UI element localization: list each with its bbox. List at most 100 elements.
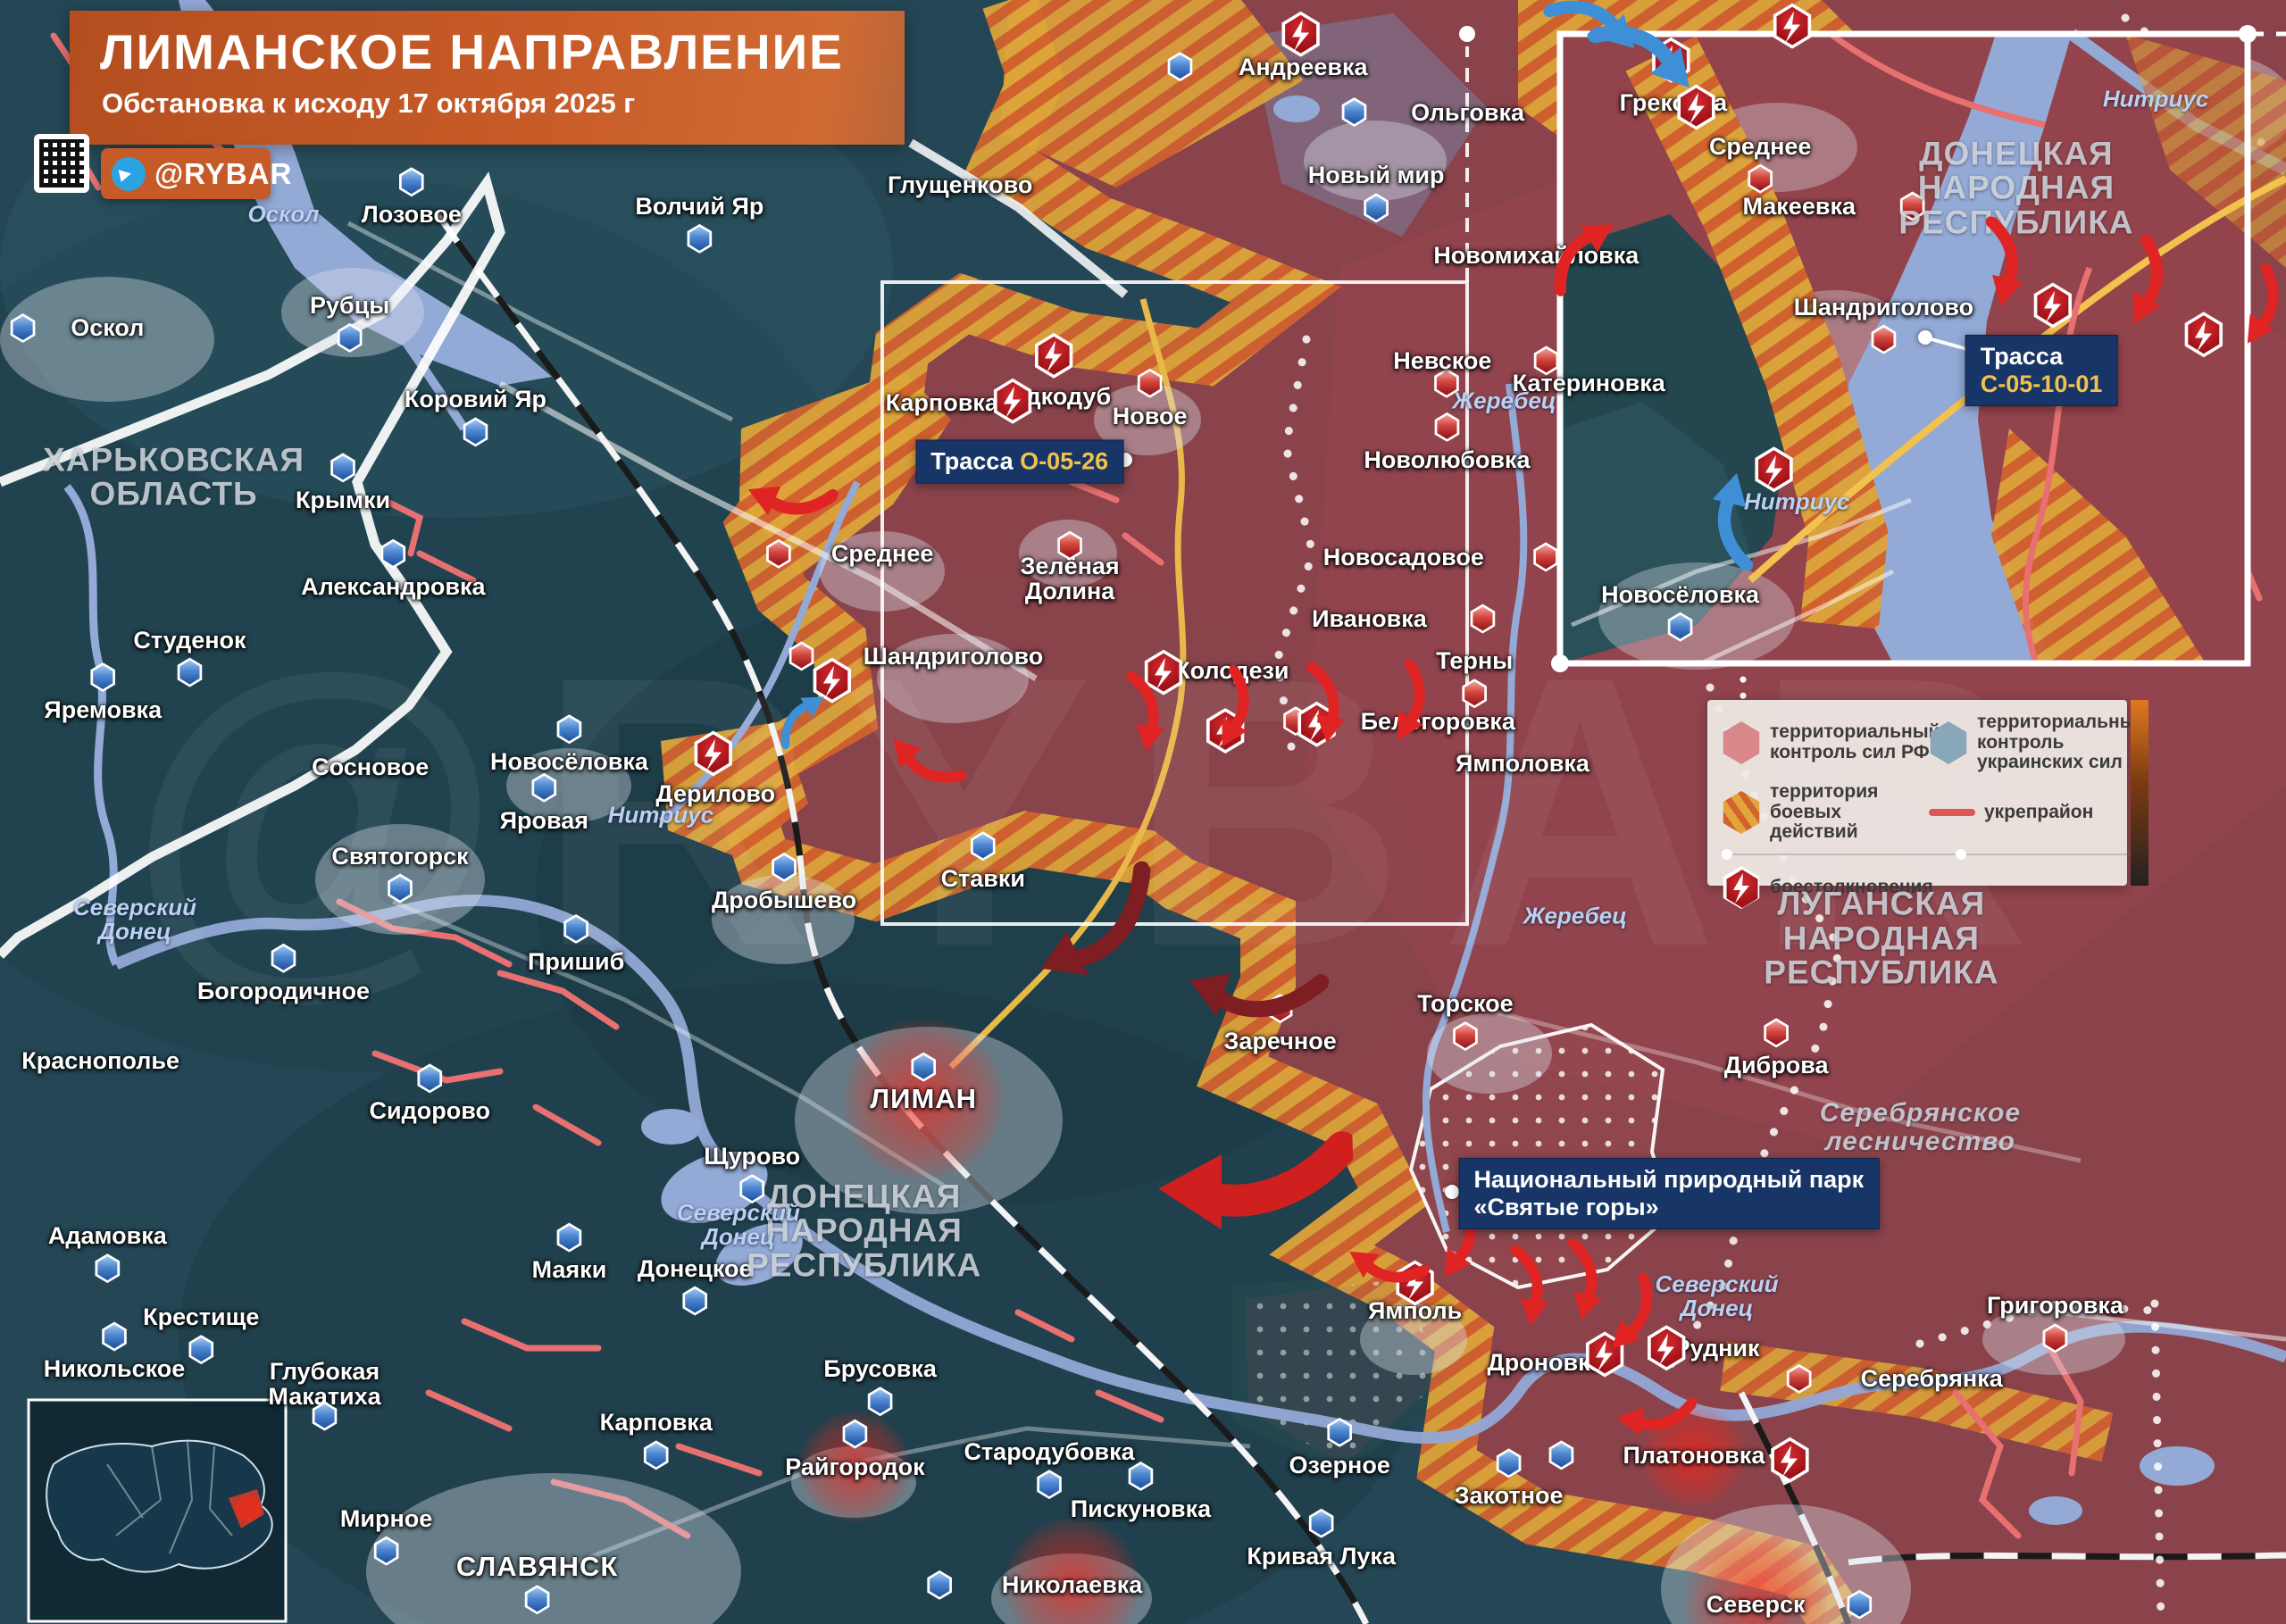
city-label-новолюбовка: Новолюбовка xyxy=(1364,447,1530,472)
city-label-рудник: Рудник xyxy=(1674,1336,1760,1361)
telegram-icon xyxy=(112,157,146,191)
ukraine-minimap xyxy=(29,1400,286,1621)
city-label-яровая: Яровая xyxy=(500,808,588,833)
city-label-новое: Новое xyxy=(1113,404,1188,429)
city-label-святогорск: Святогорск xyxy=(331,844,468,869)
river-label: Северский Донец xyxy=(73,895,196,944)
city-label-крымки: Крымки xyxy=(296,487,390,512)
legend-side-bar xyxy=(2131,700,2148,886)
advance-arrow-red xyxy=(1105,670,1171,756)
city-label-кривая лука: Кривая Лука xyxy=(1247,1544,1396,1569)
city-label-новосадовое: Новосадовое xyxy=(1323,545,1484,570)
callout-road1: Трасса О-05-26 xyxy=(915,439,1123,483)
region-label: ЛУГАНСКАЯ НАРОДНАЯ РЕСПУБЛИКА xyxy=(1764,887,1998,990)
city-label-мирное: Мирное xyxy=(340,1506,432,1531)
city-label-торское: Торское xyxy=(1417,991,1513,1016)
city-label-пришиб: Пришиб xyxy=(528,949,624,974)
city-label-лиман: ЛИМАН xyxy=(870,1085,977,1113)
city-label-лозовое: Лозовое xyxy=(362,202,462,227)
city-label-шандриголово: Шандриголово xyxy=(1794,295,1973,320)
ua-control-swatch xyxy=(1929,721,1968,764)
city-label-маяки: Маяки xyxy=(532,1257,607,1282)
legend-item-combat-zone: территория боевых действий xyxy=(1722,782,1929,843)
city-label-коровий яр: Коровий Яр xyxy=(405,387,546,412)
city-label-северск: Северск xyxy=(1706,1592,1806,1617)
city-label-невское: Невское xyxy=(1393,348,1491,373)
combat-zone-swatch xyxy=(1722,791,1761,834)
city-label-оскол: Оскол xyxy=(71,315,144,340)
city-label-зелёная-долина: Зелёная Долина xyxy=(1020,553,1119,603)
city-label-григоровка: Григоровка xyxy=(1987,1293,2123,1318)
city-label-платоновка: Платоновка xyxy=(1623,1443,1765,1468)
city-label-крестище: Крестище xyxy=(143,1304,259,1329)
city-label-шандриголово: Шандриголово xyxy=(864,644,1043,669)
advance-arrow-red xyxy=(1612,1378,1698,1443)
city-label-среднее: Среднее xyxy=(1709,134,1812,159)
qr-pattern xyxy=(39,139,84,187)
city-label-славянск: СЛАВЯНСК xyxy=(456,1553,618,1581)
qr-code[interactable] xyxy=(34,134,89,193)
river-label: Нитриус xyxy=(2103,87,2208,111)
city-label-краснополье: Краснополье xyxy=(21,1048,179,1073)
situation-map: @RYBAR ЛИМАНСКОЕ НАПРАВЛЕНИЕ Обстановка … xyxy=(0,0,2286,1624)
advance-arrow-red xyxy=(1287,662,1352,748)
city-label-яремовка: Яремовка xyxy=(44,697,162,722)
region-label: ХАРЬКОВСКАЯ ОБЛАСТЬ xyxy=(43,443,305,512)
legend-item-ua-control: территориальный контроль украинских сил xyxy=(1929,712,2148,773)
rf-control-swatch xyxy=(1722,721,1761,764)
river-label: Северский Донец xyxy=(1656,1272,1779,1320)
legend-divider xyxy=(1722,854,2148,855)
advance-arrow-red xyxy=(1150,1092,1356,1239)
city-label-новый мир: Новый мир xyxy=(1308,162,1445,187)
city-label-новосёловка: Новосёловка xyxy=(1601,582,1759,607)
city-label-макеевка: Макеевка xyxy=(1742,194,1856,219)
legend-item-rf-control: территориальный контроль сил РФ xyxy=(1722,712,1929,773)
ukrep-line-swatch xyxy=(1929,809,1975,816)
city-label-андреевка: Андреевка xyxy=(1239,54,1368,79)
river-label: Жеребец xyxy=(1523,904,1627,928)
river-label: Нитриус xyxy=(608,804,713,828)
city-label-рубцы: Рубцы xyxy=(310,293,389,318)
advance-arrow-red xyxy=(1490,1245,1556,1331)
clash-icon xyxy=(1722,866,1761,909)
city-label-озерное: Озерное xyxy=(1289,1453,1389,1478)
callout-road2: Трасса С-05-10-01 xyxy=(1965,335,2118,406)
callout-park: Национальный природный парк «Святые горы… xyxy=(1458,1158,1879,1229)
legend-item-ukrep: укрепрайон xyxy=(1929,782,2148,843)
city-label-карповка: Карповка xyxy=(600,1410,713,1435)
map-legend: территориальный контроль сил РФ территор… xyxy=(1707,700,2127,886)
city-label-александровка: Александровка xyxy=(301,574,485,599)
city-label-никольское: Никольское xyxy=(44,1356,186,1381)
city-label-богородичное: Богородичное xyxy=(197,979,370,1004)
city-label-студенок: Студенок xyxy=(133,628,246,653)
city-label-серебрянка: Серебрянка xyxy=(1861,1366,2003,1391)
city-label-ямполовка: Ямполовка xyxy=(1456,751,1589,776)
city-label-диброва: Диброва xyxy=(1724,1053,1829,1078)
forest-label: Серебрянское лесничество xyxy=(1820,1099,2021,1154)
city-label-стародубовка: Стародубовка xyxy=(964,1439,1134,1464)
city-label-закотное: Закотное xyxy=(1455,1483,1564,1508)
city-label-адамовка: Адамовка xyxy=(48,1223,167,1248)
city-label-брусовка: Брусовка xyxy=(823,1356,937,1381)
city-label-карповка: Карповка xyxy=(886,390,998,415)
city-label-сосновое: Сосновое xyxy=(312,754,429,779)
city-label-ивановка: Ивановка xyxy=(1312,606,1427,631)
telegram-badge[interactable]: @RYBAR xyxy=(101,148,271,199)
city-label-николаевка: Николаевка xyxy=(1002,1572,1142,1597)
city-label-глубокая-макатиха: Глубокая Макатиха xyxy=(268,1359,380,1409)
river-label: Жеребец xyxy=(1452,389,1556,413)
city-label-новосёловка: Новосёловка xyxy=(490,749,648,774)
city-label-пискуновка: Пискуновка xyxy=(1071,1496,1211,1521)
city-label-среднее: Среднее xyxy=(831,541,934,566)
city-label-ставки: Ставки xyxy=(941,866,1025,891)
river-label: Северский Донец xyxy=(677,1200,800,1248)
city-label-донецкое: Донецкое xyxy=(638,1256,753,1281)
city-label-щурово: Щурово xyxy=(704,1144,800,1169)
city-label-райгородок: Райгородок xyxy=(785,1454,924,1479)
city-label-ольговка: Ольговка xyxy=(1411,99,1524,124)
city-label-терны: Терны xyxy=(1436,648,1513,673)
river-label: Оскол xyxy=(247,203,319,227)
city-label-дробышево: Дробышево xyxy=(712,887,856,912)
city-label-сидорово: Сидорово xyxy=(370,1098,490,1123)
telegram-handle: @RYBAR xyxy=(154,157,292,191)
